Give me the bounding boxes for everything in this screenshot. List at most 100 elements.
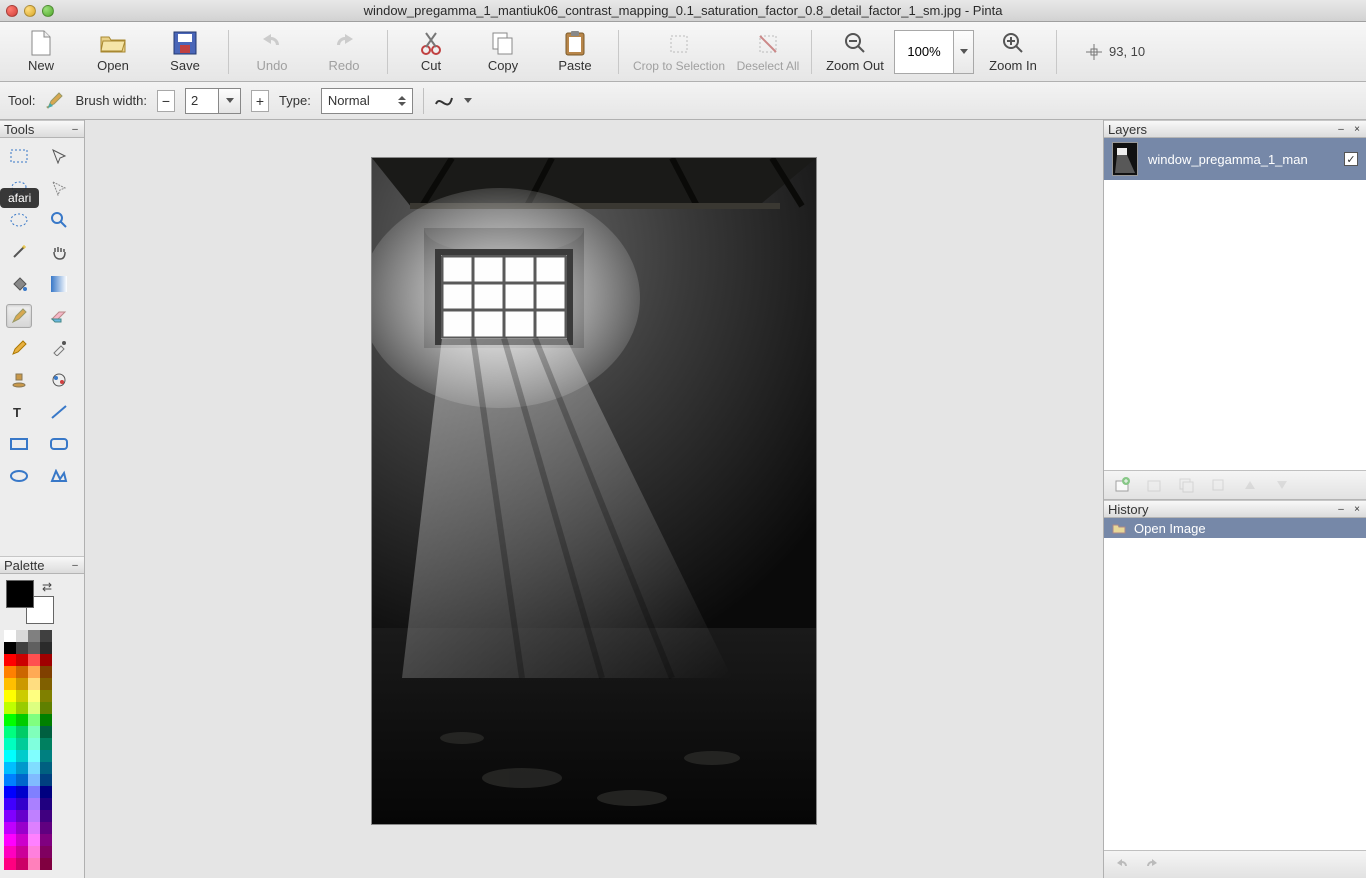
brush-width-value[interactable]: 2 (185, 88, 219, 114)
palette-color[interactable] (4, 750, 16, 762)
palette-color[interactable] (28, 738, 40, 750)
window-minimize-button[interactable] (24, 5, 36, 17)
palette-color[interactable] (40, 690, 52, 702)
crop-to-selection-button[interactable]: Crop to Selection (629, 25, 729, 79)
palette-color[interactable] (16, 654, 28, 666)
move-selected-tool[interactable] (46, 144, 72, 168)
text-tool[interactable]: T (6, 400, 32, 424)
rectangle-tool[interactable] (6, 432, 32, 456)
brush-type-select[interactable]: Normal (321, 88, 413, 114)
palette-color[interactable] (40, 666, 52, 678)
palette-color[interactable] (4, 810, 16, 822)
layer-row[interactable]: window_pregamma_1_man ✓ (1104, 138, 1366, 180)
palette-color[interactable] (16, 714, 28, 726)
palette-color[interactable] (16, 678, 28, 690)
palette-color[interactable] (28, 750, 40, 762)
palette-color[interactable] (28, 822, 40, 834)
save-button[interactable]: Save (152, 25, 218, 79)
palette-color[interactable] (28, 834, 40, 846)
palette-color[interactable] (4, 846, 16, 858)
palette-color[interactable] (28, 690, 40, 702)
palette-color[interactable] (28, 678, 40, 690)
palette-color[interactable] (40, 642, 52, 654)
palette-color[interactable] (4, 678, 16, 690)
paste-button[interactable]: Paste (542, 25, 608, 79)
history-panel-close[interactable]: × (1352, 504, 1362, 514)
move-selection-tool[interactable] (46, 176, 72, 200)
palette-color[interactable] (16, 762, 28, 774)
palette-color[interactable] (4, 702, 16, 714)
palette-color[interactable] (16, 750, 28, 762)
palette-color[interactable] (40, 786, 52, 798)
palette-color[interactable] (40, 630, 52, 642)
deselect-all-button[interactable]: Deselect All (735, 25, 801, 79)
pencil-tool[interactable] (6, 336, 32, 360)
palette-color[interactable] (40, 762, 52, 774)
ellipse-select-tool[interactable] (6, 208, 32, 232)
palette-color[interactable] (16, 738, 28, 750)
palette-color[interactable] (4, 690, 16, 702)
palette-color[interactable] (40, 774, 52, 786)
palette-color[interactable] (40, 846, 52, 858)
palette-color[interactable] (40, 738, 52, 750)
palette-color[interactable] (4, 858, 16, 870)
palette-color[interactable] (4, 726, 16, 738)
palette-color[interactable] (16, 786, 28, 798)
freeform-shape-tool[interactable] (46, 464, 72, 488)
palette-color[interactable] (4, 798, 16, 810)
palette-color[interactable] (28, 858, 40, 870)
new-button[interactable]: New (8, 25, 74, 79)
zoom-in-button[interactable]: Zoom In (980, 25, 1046, 79)
gradient-tool[interactable] (46, 272, 72, 296)
palette-color[interactable] (28, 702, 40, 714)
palette-color[interactable] (16, 810, 28, 822)
palette-color[interactable] (40, 810, 52, 822)
palette-color[interactable] (28, 666, 40, 678)
line-tool[interactable] (46, 400, 72, 424)
palette-color[interactable] (4, 822, 16, 834)
window-zoom-button[interactable] (42, 5, 54, 17)
zoom-out-button[interactable]: Zoom Out (822, 25, 888, 79)
palette-color[interactable] (28, 630, 40, 642)
palette-color[interactable] (28, 786, 40, 798)
layer-visibility-checkbox[interactable]: ✓ (1344, 152, 1358, 166)
palette-color[interactable] (40, 654, 52, 666)
layers-panel-collapse[interactable]: – (1336, 124, 1346, 134)
palette-color[interactable] (28, 654, 40, 666)
palette-panel-collapse[interactable]: – (70, 560, 80, 570)
palette-color[interactable] (16, 702, 28, 714)
palette-color[interactable] (28, 846, 40, 858)
cut-button[interactable]: Cut (398, 25, 464, 79)
palette-color[interactable] (28, 762, 40, 774)
palette-color[interactable] (4, 774, 16, 786)
brush-width-decrement[interactable]: − (157, 90, 175, 112)
undo-button[interactable]: Undo (239, 25, 305, 79)
eraser-tool[interactable] (46, 304, 72, 328)
palette-color[interactable] (16, 642, 28, 654)
palette-color[interactable] (4, 834, 16, 846)
ellipse-tool[interactable] (6, 464, 32, 488)
palette-color[interactable] (4, 654, 16, 666)
pan-tool[interactable] (46, 240, 72, 264)
history-panel-collapse[interactable]: – (1336, 504, 1346, 514)
palette-color[interactable] (4, 630, 16, 642)
canvas-area[interactable] (84, 120, 1104, 878)
window-close-button[interactable] (6, 5, 18, 17)
palette-color[interactable] (16, 834, 28, 846)
brush-width-dropdown[interactable] (219, 88, 241, 114)
layers-panel-close[interactable]: × (1352, 124, 1362, 134)
palette-color[interactable] (4, 714, 16, 726)
palette-color[interactable] (28, 726, 40, 738)
palette-color[interactable] (16, 726, 28, 738)
color-picker-tool[interactable] (46, 336, 72, 360)
zoom-level-control[interactable]: 100% (894, 30, 974, 74)
swap-colors-icon[interactable]: ⇄ (42, 580, 52, 594)
stroke-style-icon[interactable] (434, 94, 454, 108)
brush-width-increment[interactable]: + (251, 90, 269, 112)
recolor-tool[interactable] (46, 368, 72, 392)
palette-color[interactable] (28, 798, 40, 810)
palette-color[interactable] (4, 786, 16, 798)
palette-color[interactable] (40, 834, 52, 846)
palette-color[interactable] (16, 630, 28, 642)
open-button[interactable]: Open (80, 25, 146, 79)
